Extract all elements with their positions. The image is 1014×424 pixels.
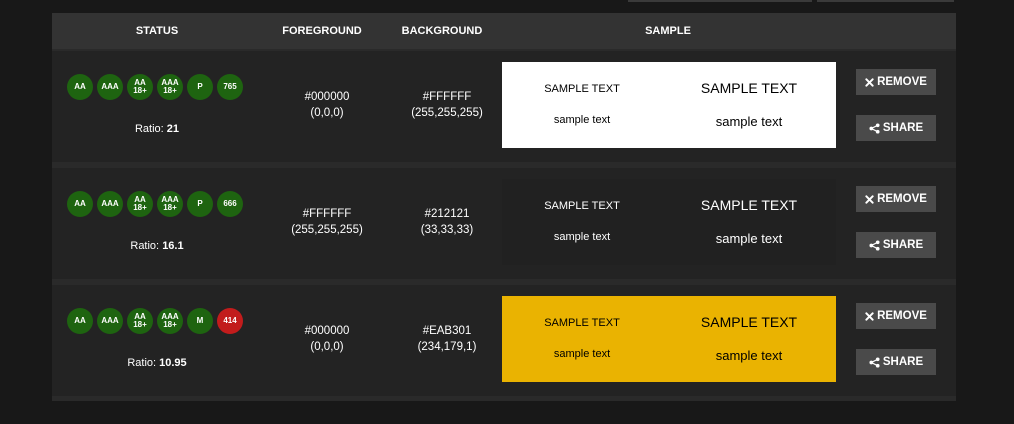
ratio-label: Ratio:	[134, 123, 164, 135]
share-label: SHARE	[882, 356, 924, 368]
sample-text-small-lower: sample text	[553, 231, 611, 243]
ratio-label: Ratio:	[130, 240, 160, 252]
background-hex: #212121	[424, 208, 470, 220]
remove-button[interactable]: REMOVE	[856, 303, 936, 329]
sample-text-large-lower: sample text	[715, 348, 783, 363]
foreground-rgb: (255,255,255)	[291, 224, 363, 236]
ratio-value: 21	[166, 123, 180, 135]
status-badges: AA AAA AA 18+ AAA 18+ P 666	[67, 191, 247, 219]
sample-text-small-upper: SAMPLE TEXT	[544, 83, 620, 95]
table-row: AA AAA AA 18+ AAA 18+ M 414 Ratio: 10.95…	[52, 285, 956, 396]
foreground-hex: #FFFFFF	[302, 208, 352, 220]
close-icon	[865, 311, 874, 321]
background-hex: #EAB301	[422, 325, 472, 337]
share-button[interactable]: SHARE	[856, 115, 936, 141]
wcag-status-badge: AAA 18+	[157, 191, 183, 217]
wcag-status-badge: 765	[217, 74, 243, 100]
wcag-status-badge: AAA 18+	[157, 74, 183, 100]
wcag-status-badge: AA 18+	[127, 74, 153, 100]
ratio-value: 16.1	[162, 240, 184, 252]
sample-text-large-lower: sample text	[715, 231, 783, 246]
remove-label: REMOVE	[877, 310, 927, 322]
wcag-status-badge: AA 18+	[127, 191, 153, 217]
sample-text-large-upper: SAMPLE TEXT	[700, 80, 798, 96]
wcag-status-badge: AAA 18+	[157, 308, 183, 334]
foreground-color: #000000 (0,0,0)	[267, 89, 387, 121]
wcag-status-badge: P	[187, 74, 213, 100]
wcag-status-badge: AAA	[97, 74, 123, 100]
status-badges: AA AAA AA 18+ AAA 18+ P 765	[67, 74, 247, 102]
background-rgb: (33,33,33)	[420, 224, 474, 236]
header-status: STATUS	[135, 25, 179, 37]
background-color: #212121 (33,33,33)	[387, 206, 507, 238]
background-hex: #FFFFFF	[422, 91, 472, 103]
share-button[interactable]: SHARE	[856, 349, 936, 375]
table-header: STATUS FOREGROUND BACKGROUND SAMPLE	[52, 13, 956, 49]
wcag-status-badge: AA	[67, 191, 93, 217]
wcag-status-badge: AA	[67, 74, 93, 100]
sample-text-small-lower: sample text	[553, 114, 611, 126]
share-icon	[869, 239, 880, 251]
close-icon	[865, 194, 874, 204]
remove-label: REMOVE	[877, 193, 927, 205]
sample-preview: SAMPLE TEXT sample text SAMPLE TEXT samp…	[502, 179, 836, 265]
share-button[interactable]: SHARE	[856, 232, 936, 258]
foreground-color: #FFFFFF (255,255,255)	[267, 206, 387, 238]
background-rgb: (234,179,1)	[417, 341, 477, 353]
background-color: #EAB301 (234,179,1)	[387, 323, 507, 355]
share-icon	[869, 356, 880, 368]
wcag-status-badge: 666	[217, 191, 243, 217]
sample-preview: SAMPLE TEXT sample text SAMPLE TEXT samp…	[502, 62, 836, 148]
ratio-value: 10.95	[159, 357, 187, 369]
sample-text-large-lower: sample text	[715, 114, 783, 129]
contrast-ratio: Ratio: 10.95	[52, 357, 262, 369]
remove-button[interactable]: REMOVE	[856, 186, 936, 212]
header-background: BACKGROUND	[401, 25, 483, 37]
foreground-rgb: (0,0,0)	[310, 341, 344, 353]
wcag-status-badge: M	[187, 308, 213, 334]
contrast-ratio: Ratio: 21	[52, 123, 262, 135]
wcag-status-badge: AAA	[97, 308, 123, 334]
header-sample: SAMPLE	[645, 25, 691, 37]
sample-text-large-upper: SAMPLE TEXT	[700, 314, 798, 330]
sample-text-large-upper: SAMPLE TEXT	[700, 197, 798, 213]
background-color: #FFFFFF (255,255,255)	[387, 89, 507, 121]
foreground-hex: #000000	[304, 325, 350, 337]
header-foreground: FOREGROUND	[282, 25, 362, 37]
foreground-color: #000000 (0,0,0)	[267, 323, 387, 355]
top-control-edge-left	[628, 0, 812, 2]
sample-text-small-upper: SAMPLE TEXT	[544, 317, 620, 329]
sample-text-small-lower: sample text	[553, 348, 611, 360]
wcag-status-badge: AA 18+	[127, 308, 153, 334]
wcag-status-badge: P	[187, 191, 213, 217]
remove-label: REMOVE	[877, 76, 927, 88]
results-table: STATUS FOREGROUND BACKGROUND SAMPLE AA A…	[52, 13, 956, 401]
table-row: AA AAA AA 18+ AAA 18+ P 666 Ratio: 16.1 …	[52, 168, 956, 279]
table-row: AA AAA AA 18+ AAA 18+ P 765 Ratio: 21 #0…	[52, 51, 956, 162]
share-label: SHARE	[882, 122, 924, 134]
foreground-rgb: (0,0,0)	[310, 107, 344, 119]
share-icon	[869, 122, 880, 134]
sample-text-small-upper: SAMPLE TEXT	[544, 200, 620, 212]
top-control-edge-right	[817, 0, 954, 2]
foreground-hex: #000000	[304, 91, 350, 103]
remove-button[interactable]: REMOVE	[856, 69, 936, 95]
close-icon	[865, 77, 874, 87]
contrast-ratio: Ratio: 16.1	[52, 240, 262, 252]
sample-preview: SAMPLE TEXT sample text SAMPLE TEXT samp…	[502, 296, 836, 382]
background-rgb: (255,255,255)	[411, 107, 483, 119]
status-badges: AA AAA AA 18+ AAA 18+ M 414	[67, 308, 247, 336]
wcag-status-badge: AA	[67, 308, 93, 334]
wcag-status-badge: 414	[217, 308, 243, 334]
share-label: SHARE	[882, 239, 924, 251]
wcag-status-badge: AAA	[97, 191, 123, 217]
ratio-label: Ratio:	[127, 357, 157, 369]
